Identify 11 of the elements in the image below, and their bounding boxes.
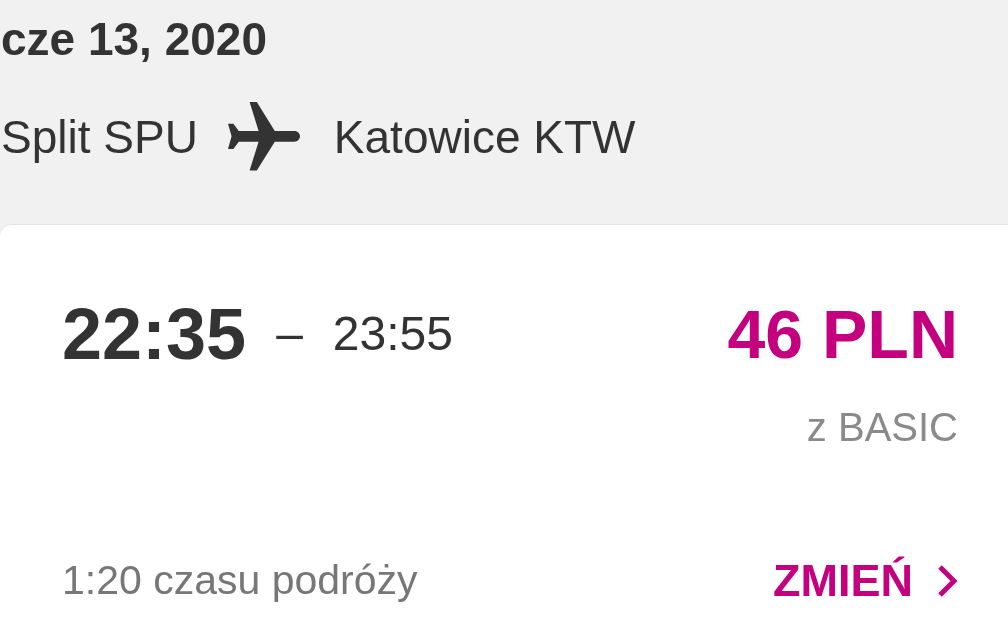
travel-duration: 1:20 czasu podróży xyxy=(62,560,418,601)
chevron-right-icon xyxy=(937,563,958,598)
destination-city: Katowice KTW xyxy=(333,114,636,160)
flight-date: cze 13, 2020 xyxy=(1,16,268,62)
arrival-time: 23:55 xyxy=(332,310,453,358)
departure-time: 22:35 xyxy=(62,298,247,370)
time-separator: – xyxy=(276,310,303,358)
airplane-icon xyxy=(227,102,300,172)
fare-label: z BASIC xyxy=(806,407,958,447)
change-button[interactable]: ZMIEŃ xyxy=(773,558,958,603)
price: 46 PLN xyxy=(727,300,958,368)
